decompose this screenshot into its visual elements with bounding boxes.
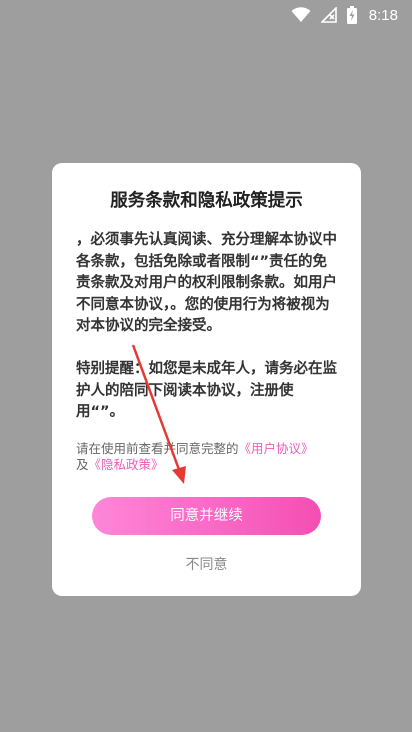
wifi-icon: [291, 7, 311, 23]
status-bar: 8:18: [0, 0, 412, 30]
note-and: 及: [76, 457, 89, 472]
status-time: 8:18: [368, 6, 398, 24]
terms-paragraph: ，必须事先认真阅读、充分理解本协议中各条款，包括免除或者限制“”责任的免责条款及…: [76, 232, 337, 335]
privacy-policy-link[interactable]: 《隐私政策》: [89, 457, 164, 472]
dialog-body: ，必须事先认真阅读、充分理解本协议中各条款，包括免除或者限制“”责任的免责条款及…: [76, 230, 339, 424]
agreement-note: 请在使用前查看并同意完整的《用户协议》 及《隐私政策》: [76, 441, 342, 473]
signal-icon: [320, 7, 337, 23]
battery-charging-icon: [346, 6, 357, 24]
dialog-title: 服务条款和隐私政策提示: [110, 191, 303, 211]
disagree-button[interactable]: 不同意: [52, 554, 361, 574]
note-prefix: 请在使用前查看并同意完整的: [76, 441, 239, 456]
user-agreement-link[interactable]: 《用户协议》: [239, 441, 314, 456]
minor-reminder-paragraph: 特别提醒：如您是未成年人，请务必在监护人的陪同下阅读本协议，注册使用“”。: [76, 360, 337, 421]
agree-continue-button[interactable]: 同意并继续: [92, 497, 321, 535]
terms-dialog: 服务条款和隐私政策提示 ，必须事先认真阅读、充分理解本协议中各条款，包括免除或者…: [52, 163, 361, 596]
